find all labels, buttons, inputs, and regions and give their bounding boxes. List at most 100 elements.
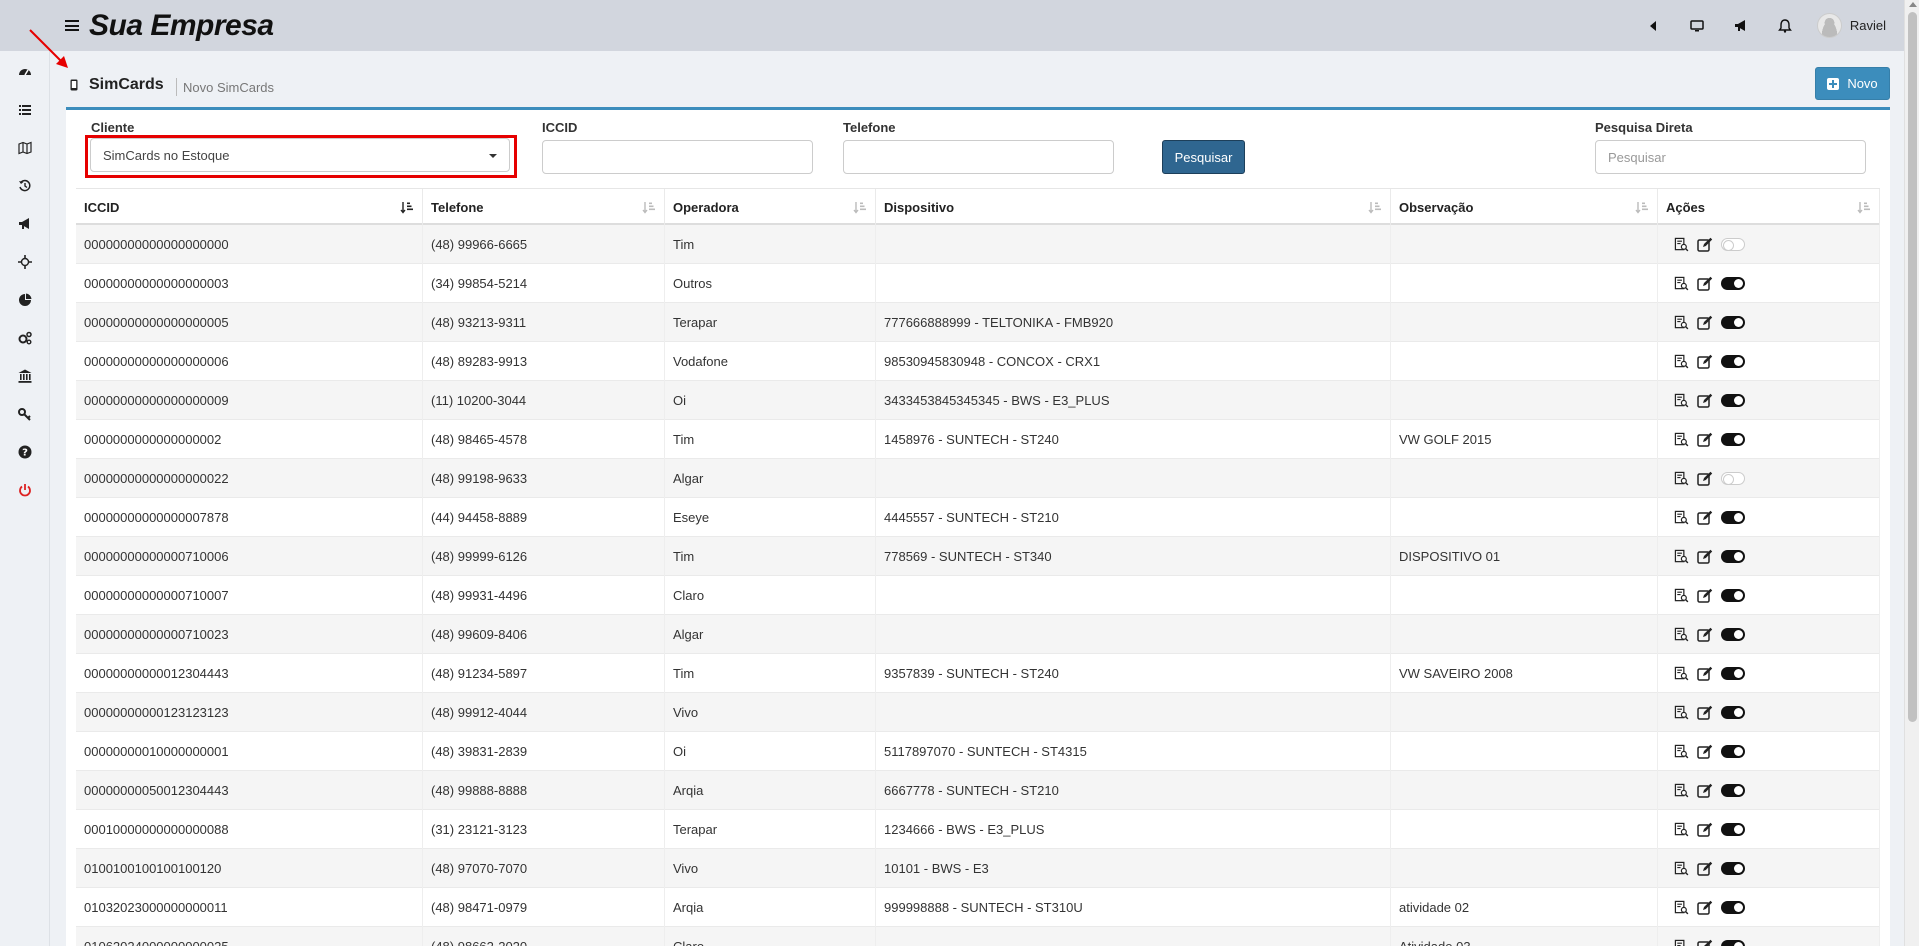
edit-icon[interactable] [1697, 432, 1713, 448]
pie-chart-icon[interactable] [17, 292, 33, 308]
view-details-icon[interactable] [1673, 666, 1689, 682]
view-details-icon[interactable] [1673, 627, 1689, 643]
edit-icon[interactable] [1697, 861, 1713, 877]
edit-icon[interactable] [1697, 393, 1713, 409]
sort-icon[interactable] [400, 201, 414, 214]
column-header-operadora[interactable]: Operadora [665, 189, 876, 226]
table-row[interactable]: 00000000000000000003 (34) 99854-5214 Outro… [76, 264, 1880, 303]
column-header-dispositivo[interactable]: Dispositivo [876, 189, 1391, 226]
active-toggle[interactable] [1721, 316, 1745, 329]
new-simcard-button[interactable]: Novo [1815, 67, 1890, 100]
table-row[interactable]: 00000000010000000001 (48) 39831-2839 Oi 511… [76, 732, 1880, 771]
table-row[interactable]: 0100100100100100120 (48) 97070-7070 Vivo 10… [76, 849, 1880, 888]
active-toggle[interactable] [1721, 745, 1745, 758]
search-button[interactable]: Pesquisar [1162, 140, 1245, 174]
edit-icon[interactable] [1697, 939, 1713, 946]
table-row[interactable]: 00000000000000000006 (48) 89283-9913 Vodaf… [76, 342, 1880, 381]
table-row[interactable]: 00000000000000000022 (48) 99198-9633 Algar [76, 459, 1880, 498]
table-row[interactable]: 00000000000000710007 (48) 99931-4496 Claro [76, 576, 1880, 615]
help-icon[interactable]: ? [17, 444, 33, 460]
view-details-icon[interactable] [1673, 549, 1689, 565]
bell-icon[interactable] [1775, 16, 1795, 36]
view-details-icon[interactable] [1673, 783, 1689, 799]
history-icon[interactable] [17, 178, 33, 194]
active-toggle[interactable] [1721, 277, 1745, 290]
cogs-icon[interactable] [17, 330, 33, 346]
power-icon[interactable] [17, 482, 33, 498]
edit-icon[interactable] [1697, 588, 1713, 604]
view-details-icon[interactable] [1673, 432, 1689, 448]
edit-icon[interactable] [1697, 549, 1713, 565]
column-header-observacao[interactable]: Observação [1391, 189, 1658, 226]
active-toggle[interactable] [1721, 862, 1745, 875]
edit-icon[interactable] [1697, 783, 1713, 799]
list-icon[interactable] [17, 102, 33, 118]
view-details-icon[interactable] [1673, 861, 1689, 877]
table-row[interactable]: 0000000000000000002 (48) 98465-4578 Tim 145… [76, 420, 1880, 459]
edit-icon[interactable] [1697, 237, 1713, 253]
table-row[interactable]: 01062024000000000025(48) 98662-2020Claro… [76, 927, 1880, 946]
view-details-icon[interactable] [1673, 276, 1689, 292]
caret-left-icon[interactable] [1643, 16, 1663, 36]
megaphone-icon[interactable] [1731, 16, 1751, 36]
edit-icon[interactable] [1697, 276, 1713, 292]
scroll-up-icon[interactable] [1909, 2, 1917, 7]
edit-icon[interactable] [1697, 471, 1713, 487]
column-header-acoes[interactable]: Ações [1658, 189, 1880, 226]
edit-icon[interactable] [1697, 900, 1713, 916]
active-toggle[interactable] [1721, 784, 1745, 797]
active-toggle[interactable] [1721, 667, 1745, 680]
active-toggle[interactable] [1721, 433, 1745, 446]
edit-icon[interactable] [1697, 510, 1713, 526]
sort-icon[interactable] [853, 201, 867, 214]
active-toggle[interactable] [1721, 901, 1745, 914]
megaphone-icon[interactable] [17, 216, 33, 232]
sort-icon[interactable] [1857, 201, 1871, 214]
view-details-icon[interactable] [1673, 588, 1689, 604]
active-toggle[interactable] [1721, 394, 1745, 407]
table-row[interactable]: 00000000000000007878 (44) 94458-8889 Eseye… [76, 498, 1880, 537]
active-toggle[interactable] [1721, 550, 1745, 563]
edit-icon[interactable] [1697, 666, 1713, 682]
bank-icon[interactable] [17, 368, 33, 384]
direct-search-input[interactable]: Pesquisar [1595, 140, 1866, 174]
active-toggle[interactable] [1721, 238, 1745, 251]
view-details-icon[interactable] [1673, 510, 1689, 526]
view-details-icon[interactable] [1673, 471, 1689, 487]
map-icon[interactable] [17, 140, 33, 156]
key-icon[interactable] [17, 406, 33, 422]
table-row[interactable]: 00000000000000000009 (11) 10200-3044 Oi 343… [76, 381, 1880, 420]
active-toggle[interactable] [1721, 823, 1745, 836]
view-details-icon[interactable] [1673, 237, 1689, 253]
column-header-iccid[interactable]: ICCID [76, 189, 423, 226]
edit-icon[interactable] [1697, 822, 1713, 838]
active-toggle[interactable] [1721, 628, 1745, 641]
table-row[interactable]: 00000000000012304443 (48) 91234-5897 Tim 93… [76, 654, 1880, 693]
breadcrumb-subtitle[interactable]: Novo SimCards [183, 80, 274, 95]
sort-icon[interactable] [642, 201, 656, 214]
edit-icon[interactable] [1697, 315, 1713, 331]
table-row[interactable]: 00000000000000000000 (48) 99966-6665 Tim [76, 225, 1880, 264]
view-details-icon[interactable] [1673, 705, 1689, 721]
telefone-input[interactable] [843, 140, 1114, 174]
user-menu[interactable]: Raviel [1816, 13, 1886, 38]
scrollbar-thumb[interactable] [1908, 12, 1917, 722]
table-row[interactable]: 00010000000000000088 (31) 23121-3123 Terap… [76, 810, 1880, 849]
sort-icon[interactable] [1635, 201, 1649, 214]
edit-icon[interactable] [1697, 705, 1713, 721]
active-toggle[interactable] [1721, 472, 1745, 485]
active-toggle[interactable] [1721, 706, 1745, 719]
active-toggle[interactable] [1721, 355, 1745, 368]
vertical-scrollbar[interactable] [1904, 0, 1919, 946]
crosshair-icon[interactable] [17, 254, 33, 270]
view-details-icon[interactable] [1673, 393, 1689, 409]
view-details-icon[interactable] [1673, 744, 1689, 760]
view-details-icon[interactable] [1673, 354, 1689, 370]
active-toggle[interactable] [1721, 511, 1745, 524]
brand-logo[interactable]: Sua Empresa [89, 9, 274, 43]
edit-icon[interactable] [1697, 354, 1713, 370]
column-header-telefone[interactable]: Telefone [423, 189, 665, 226]
monitor-icon[interactable] [1687, 16, 1707, 36]
table-row[interactable]: 01032023000000000011 (48) 98471-0979 Arqia… [76, 888, 1880, 927]
sort-icon[interactable] [1368, 201, 1382, 214]
